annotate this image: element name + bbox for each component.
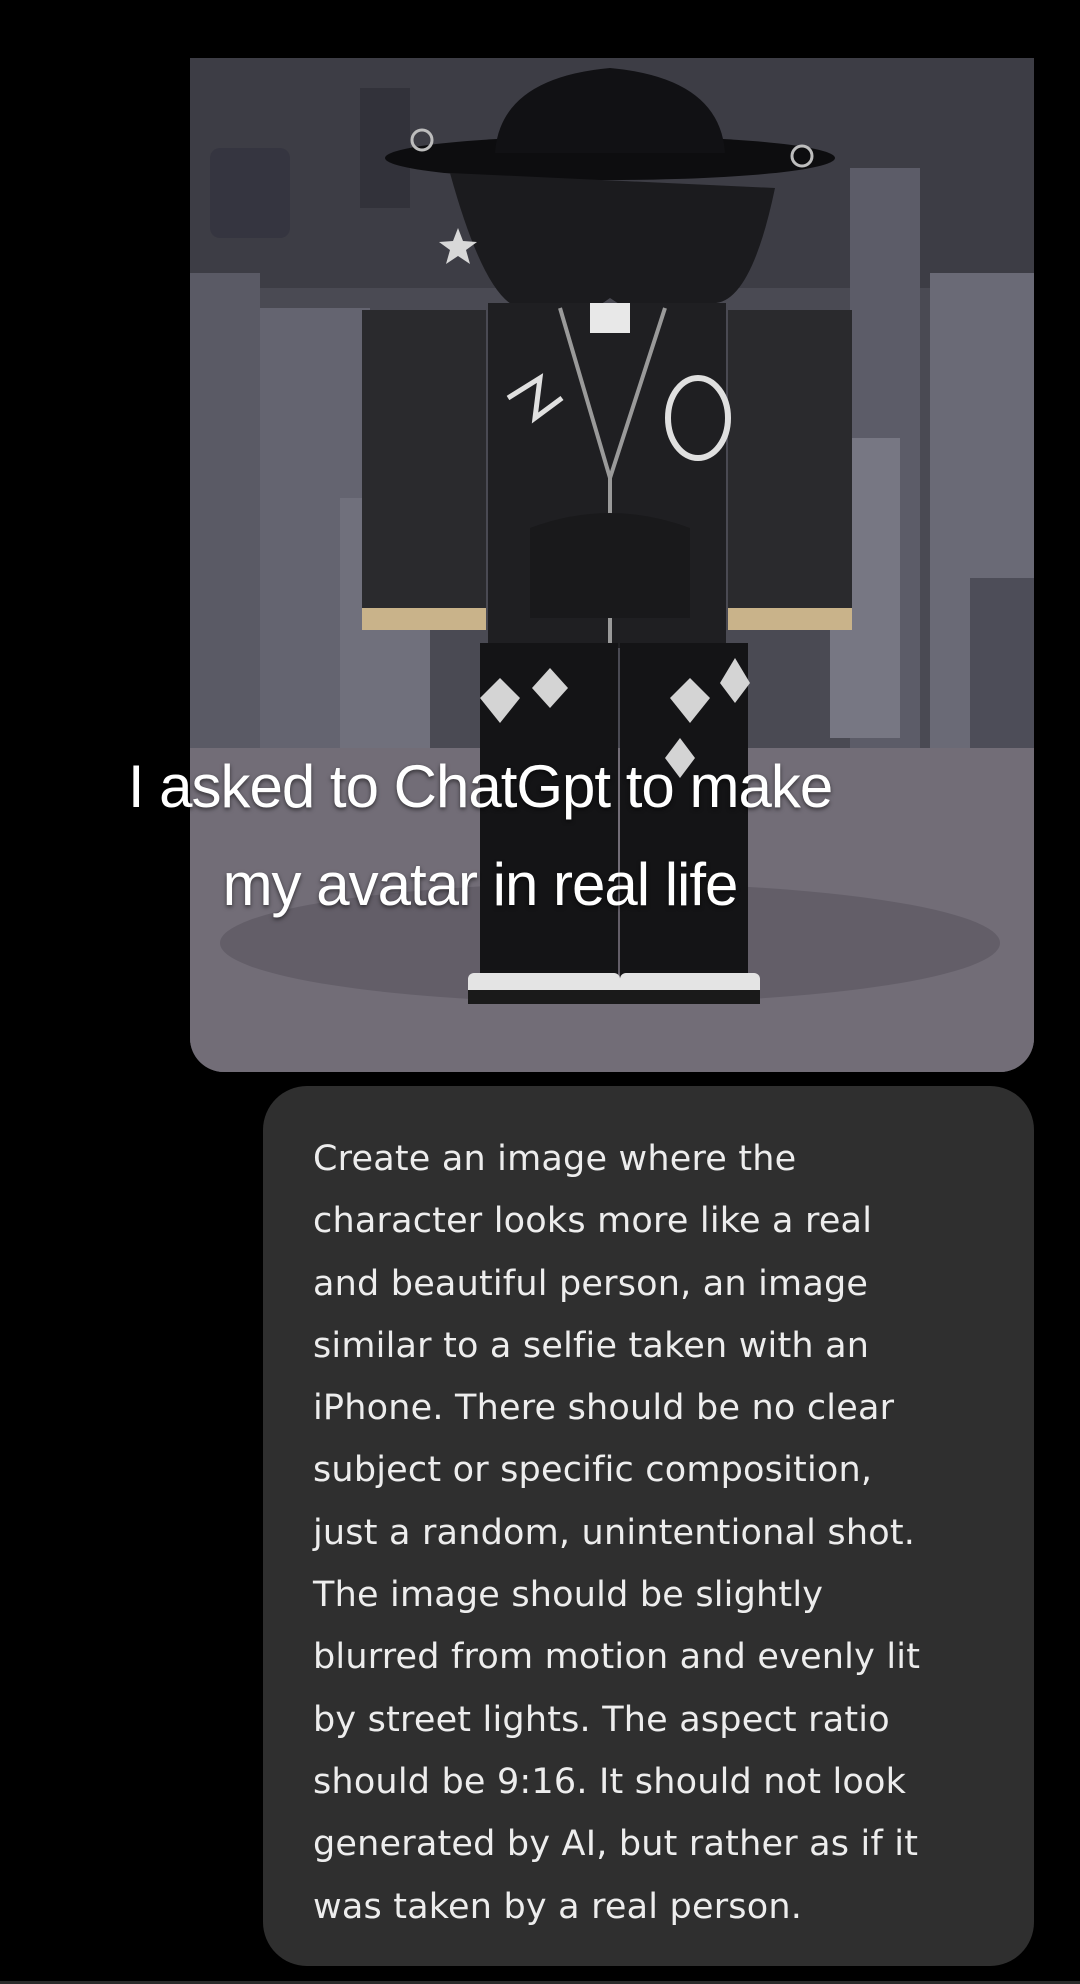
prompt-line: blurred from motion and evenly lit: [313, 1637, 921, 1678]
prompt-line: and beautiful person, an image: [313, 1263, 869, 1304]
prompt-line: The image should be slightly: [313, 1575, 824, 1616]
prompt-line: just a random, unintentional shot.: [313, 1512, 916, 1553]
prompt-text: Create an image where the character look…: [313, 1128, 994, 1938]
caption-line-1: I asked to ChatGpt to make: [127, 753, 833, 820]
prompt-line: should be 9:16. It should not look: [313, 1761, 907, 1802]
prompt-line: was taken by a real person.: [313, 1886, 803, 1927]
prompt-line: iPhone. There should be no clear: [313, 1388, 895, 1429]
prompt-line: similar to a selfie taken with an: [313, 1325, 870, 1366]
caption-line-2: my avatar in real life: [222, 851, 739, 918]
prompt-message-bubble[interactable]: Create an image where the character look…: [263, 1086, 1034, 1966]
prompt-line: character looks more like a real: [313, 1201, 873, 1242]
prompt-line: by street lights. The aspect ratio: [313, 1699, 890, 1740]
prompt-line: generated by AI, but rather as if it: [313, 1824, 919, 1865]
prompt-line: Create an image where the: [313, 1139, 797, 1179]
video-caption: I asked to ChatGpt to make my avatar in …: [40, 738, 920, 934]
prompt-line: subject or specific composition,: [313, 1450, 873, 1491]
